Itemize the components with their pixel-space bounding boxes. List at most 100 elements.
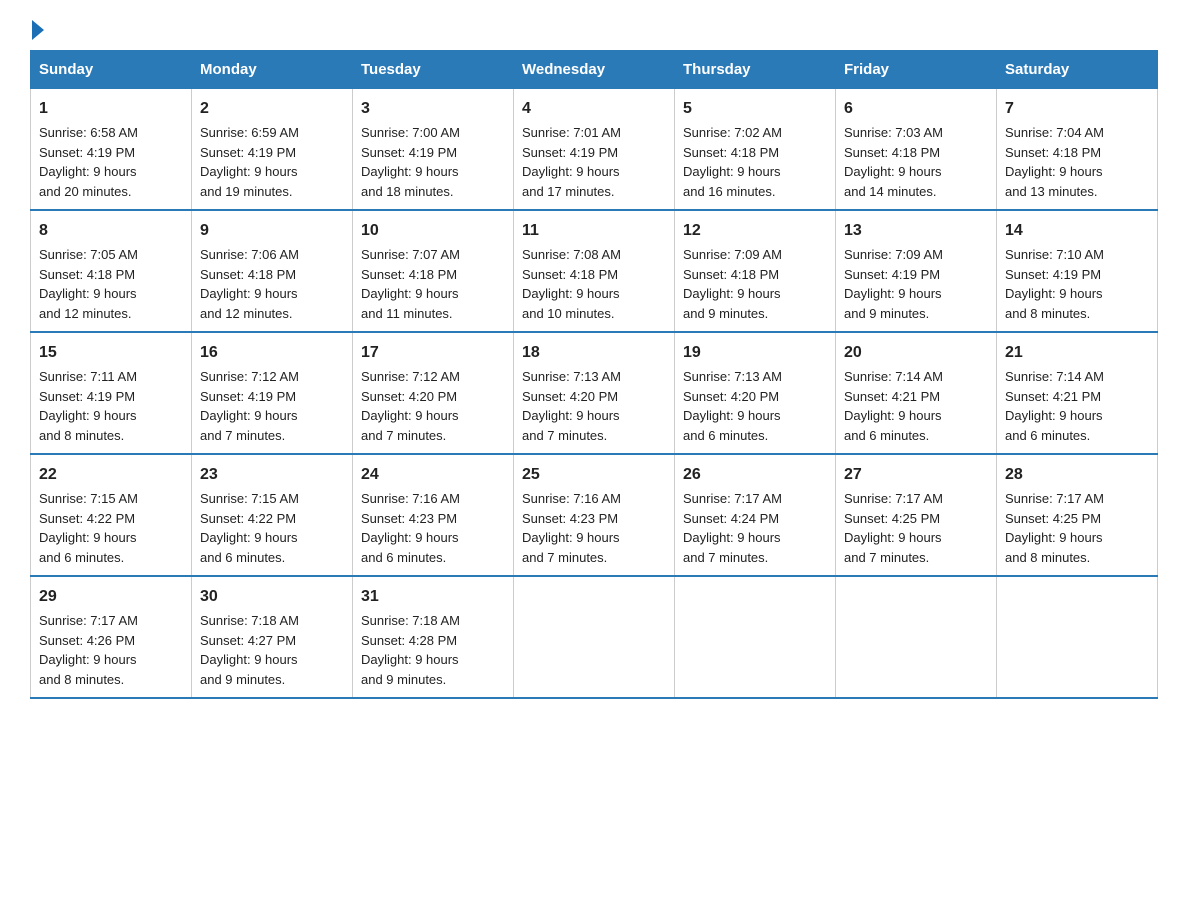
header-wednesday: Wednesday (514, 51, 675, 89)
day-number: 17 (361, 341, 505, 365)
day-number: 13 (844, 219, 988, 243)
day-sunrise: Sunrise: 7:11 AMSunset: 4:19 PMDaylight:… (39, 369, 137, 443)
header-saturday: Saturday (997, 51, 1158, 89)
calendar-cell: 16Sunrise: 7:12 AMSunset: 4:19 PMDayligh… (192, 332, 353, 454)
day-number: 14 (1005, 219, 1149, 243)
calendar-header-row: SundayMondayTuesdayWednesdayThursdayFrid… (31, 51, 1158, 89)
day-sunrise: Sunrise: 6:59 AMSunset: 4:19 PMDaylight:… (200, 125, 299, 199)
day-sunrise: Sunrise: 7:17 AMSunset: 4:25 PMDaylight:… (1005, 491, 1104, 565)
calendar-week-row: 8 Sunrise: 7:05 AMSunset: 4:18 PMDaylight… (31, 210, 1158, 332)
day-sunrise: Sunrise: 7:07 AMSunset: 4:18 PMDaylight:… (361, 247, 460, 321)
logo (30, 20, 46, 40)
calendar-cell: 14 Sunrise: 7:10 AMSunset: 4:19 PMDayligh… (997, 210, 1158, 332)
calendar-cell: 7 Sunrise: 7:04 AMSunset: 4:18 PMDaylight… (997, 89, 1158, 211)
header-thursday: Thursday (675, 51, 836, 89)
day-number: 12 (683, 219, 827, 243)
calendar-week-row: 1 Sunrise: 6:58 AMSunset: 4:19 PMDaylight… (31, 89, 1158, 211)
day-number: 6 (844, 97, 988, 121)
calendar-cell: 31 Sunrise: 7:18 AMSunset: 4:28 PMDayligh… (353, 576, 514, 698)
calendar-table: SundayMondayTuesdayWednesdayThursdayFrid… (30, 50, 1158, 699)
day-sunrise: Sunrise: 7:16 AMSunset: 4:23 PMDaylight:… (522, 491, 621, 565)
day-number: 29 (39, 585, 183, 609)
day-number: 25 (522, 463, 666, 487)
day-sunrise: Sunrise: 7:16 AMSunset: 4:23 PMDaylight:… (361, 491, 460, 565)
calendar-week-row: 22 Sunrise: 7:15 AMSunset: 4:22 PMDayligh… (31, 454, 1158, 576)
day-number: 1 (39, 97, 183, 121)
day-number: 11 (522, 219, 666, 243)
day-number: 15 (39, 341, 183, 365)
calendar-cell: 5 Sunrise: 7:02 AMSunset: 4:18 PMDaylight… (675, 89, 836, 211)
calendar-cell: 26 Sunrise: 7:17 AMSunset: 4:24 PMDayligh… (675, 454, 836, 576)
calendar-cell: 21 Sunrise: 7:14 AMSunset: 4:21 PMDayligh… (997, 332, 1158, 454)
day-sunrise: Sunrise: 7:13 AMSunset: 4:20 PMDaylight:… (683, 369, 782, 443)
calendar-cell: 30 Sunrise: 7:18 AMSunset: 4:27 PMDayligh… (192, 576, 353, 698)
day-number: 2 (200, 97, 344, 121)
calendar-cell (675, 576, 836, 698)
calendar-week-row: 29Sunrise: 7:17 AMSunset: 4:26 PMDayligh… (31, 576, 1158, 698)
day-number: 9 (200, 219, 344, 243)
calendar-cell: 19 Sunrise: 7:13 AMSunset: 4:20 PMDayligh… (675, 332, 836, 454)
day-number: 19 (683, 341, 827, 365)
day-sunrise: Sunrise: 7:08 AMSunset: 4:18 PMDaylight:… (522, 247, 621, 321)
calendar-cell: 27 Sunrise: 7:17 AMSunset: 4:25 PMDayligh… (836, 454, 997, 576)
calendar-cell: 22 Sunrise: 7:15 AMSunset: 4:22 PMDayligh… (31, 454, 192, 576)
day-number: 20 (844, 341, 988, 365)
day-sunrise: Sunrise: 7:15 AMSunset: 4:22 PMDaylight:… (200, 491, 299, 565)
day-sunrise: Sunrise: 7:02 AMSunset: 4:18 PMDaylight:… (683, 125, 782, 199)
day-number: 23 (200, 463, 344, 487)
day-number: 31 (361, 585, 505, 609)
calendar-cell: 29Sunrise: 7:17 AMSunset: 4:26 PMDayligh… (31, 576, 192, 698)
day-sunrise: Sunrise: 7:06 AMSunset: 4:18 PMDaylight:… (200, 247, 299, 321)
day-number: 26 (683, 463, 827, 487)
day-number: 16 (200, 341, 344, 365)
calendar-cell: 28 Sunrise: 7:17 AMSunset: 4:25 PMDayligh… (997, 454, 1158, 576)
day-number: 3 (361, 97, 505, 121)
day-number: 30 (200, 585, 344, 609)
day-sunrise: Sunrise: 7:10 AMSunset: 4:19 PMDaylight:… (1005, 247, 1104, 321)
day-sunrise: Sunrise: 7:14 AMSunset: 4:21 PMDaylight:… (1005, 369, 1104, 443)
calendar-cell (514, 576, 675, 698)
calendar-cell: 25 Sunrise: 7:16 AMSunset: 4:23 PMDayligh… (514, 454, 675, 576)
day-number: 8 (39, 219, 183, 243)
day-sunrise: Sunrise: 7:12 AMSunset: 4:20 PMDaylight:… (361, 369, 460, 443)
day-sunrise: Sunrise: 6:58 AMSunset: 4:19 PMDaylight:… (39, 125, 138, 199)
page-header (30, 20, 1158, 40)
header-sunday: Sunday (31, 51, 192, 89)
calendar-cell: 10 Sunrise: 7:07 AMSunset: 4:18 PMDayligh… (353, 210, 514, 332)
day-number: 28 (1005, 463, 1149, 487)
day-sunrise: Sunrise: 7:01 AMSunset: 4:19 PMDaylight:… (522, 125, 621, 199)
calendar-cell: 9 Sunrise: 7:06 AMSunset: 4:18 PMDaylight… (192, 210, 353, 332)
calendar-cell: 11 Sunrise: 7:08 AMSunset: 4:18 PMDayligh… (514, 210, 675, 332)
calendar-cell: 17 Sunrise: 7:12 AMSunset: 4:20 PMDayligh… (353, 332, 514, 454)
calendar-cell: 4Sunrise: 7:01 AMSunset: 4:19 PMDaylight… (514, 89, 675, 211)
day-number: 5 (683, 97, 827, 121)
day-sunrise: Sunrise: 7:18 AMSunset: 4:28 PMDaylight:… (361, 613, 460, 687)
day-sunrise: Sunrise: 7:17 AMSunset: 4:25 PMDaylight:… (844, 491, 943, 565)
header-monday: Monday (192, 51, 353, 89)
day-number: 27 (844, 463, 988, 487)
header-friday: Friday (836, 51, 997, 89)
day-number: 7 (1005, 97, 1149, 121)
day-sunrise: Sunrise: 7:18 AMSunset: 4:27 PMDaylight:… (200, 613, 299, 687)
day-sunrise: Sunrise: 7:17 AMSunset: 4:24 PMDaylight:… (683, 491, 782, 565)
calendar-cell: 20 Sunrise: 7:14 AMSunset: 4:21 PMDayligh… (836, 332, 997, 454)
day-number: 21 (1005, 341, 1149, 365)
calendar-cell: 13 Sunrise: 7:09 AMSunset: 4:19 PMDayligh… (836, 210, 997, 332)
header-tuesday: Tuesday (353, 51, 514, 89)
day-sunrise: Sunrise: 7:03 AMSunset: 4:18 PMDaylight:… (844, 125, 943, 199)
calendar-cell: 2 Sunrise: 6:59 AMSunset: 4:19 PMDaylight… (192, 89, 353, 211)
calendar-cell: 15 Sunrise: 7:11 AMSunset: 4:19 PMDayligh… (31, 332, 192, 454)
calendar-cell: 18Sunrise: 7:13 AMSunset: 4:20 PMDayligh… (514, 332, 675, 454)
day-number: 10 (361, 219, 505, 243)
calendar-cell: 3 Sunrise: 7:00 AMSunset: 4:19 PMDaylight… (353, 89, 514, 211)
calendar-cell: 6 Sunrise: 7:03 AMSunset: 4:18 PMDaylight… (836, 89, 997, 211)
day-sunrise: Sunrise: 7:00 AMSunset: 4:19 PMDaylight:… (361, 125, 460, 199)
day-sunrise: Sunrise: 7:15 AMSunset: 4:22 PMDaylight:… (39, 491, 138, 565)
day-number: 18 (522, 341, 666, 365)
calendar-cell: 12Sunrise: 7:09 AMSunset: 4:18 PMDayligh… (675, 210, 836, 332)
day-sunrise: Sunrise: 7:14 AMSunset: 4:21 PMDaylight:… (844, 369, 943, 443)
day-sunrise: Sunrise: 7:09 AMSunset: 4:19 PMDaylight:… (844, 247, 943, 321)
day-number: 22 (39, 463, 183, 487)
day-sunrise: Sunrise: 7:04 AMSunset: 4:18 PMDaylight:… (1005, 125, 1104, 199)
day-sunrise: Sunrise: 7:05 AMSunset: 4:18 PMDaylight:… (39, 247, 138, 321)
